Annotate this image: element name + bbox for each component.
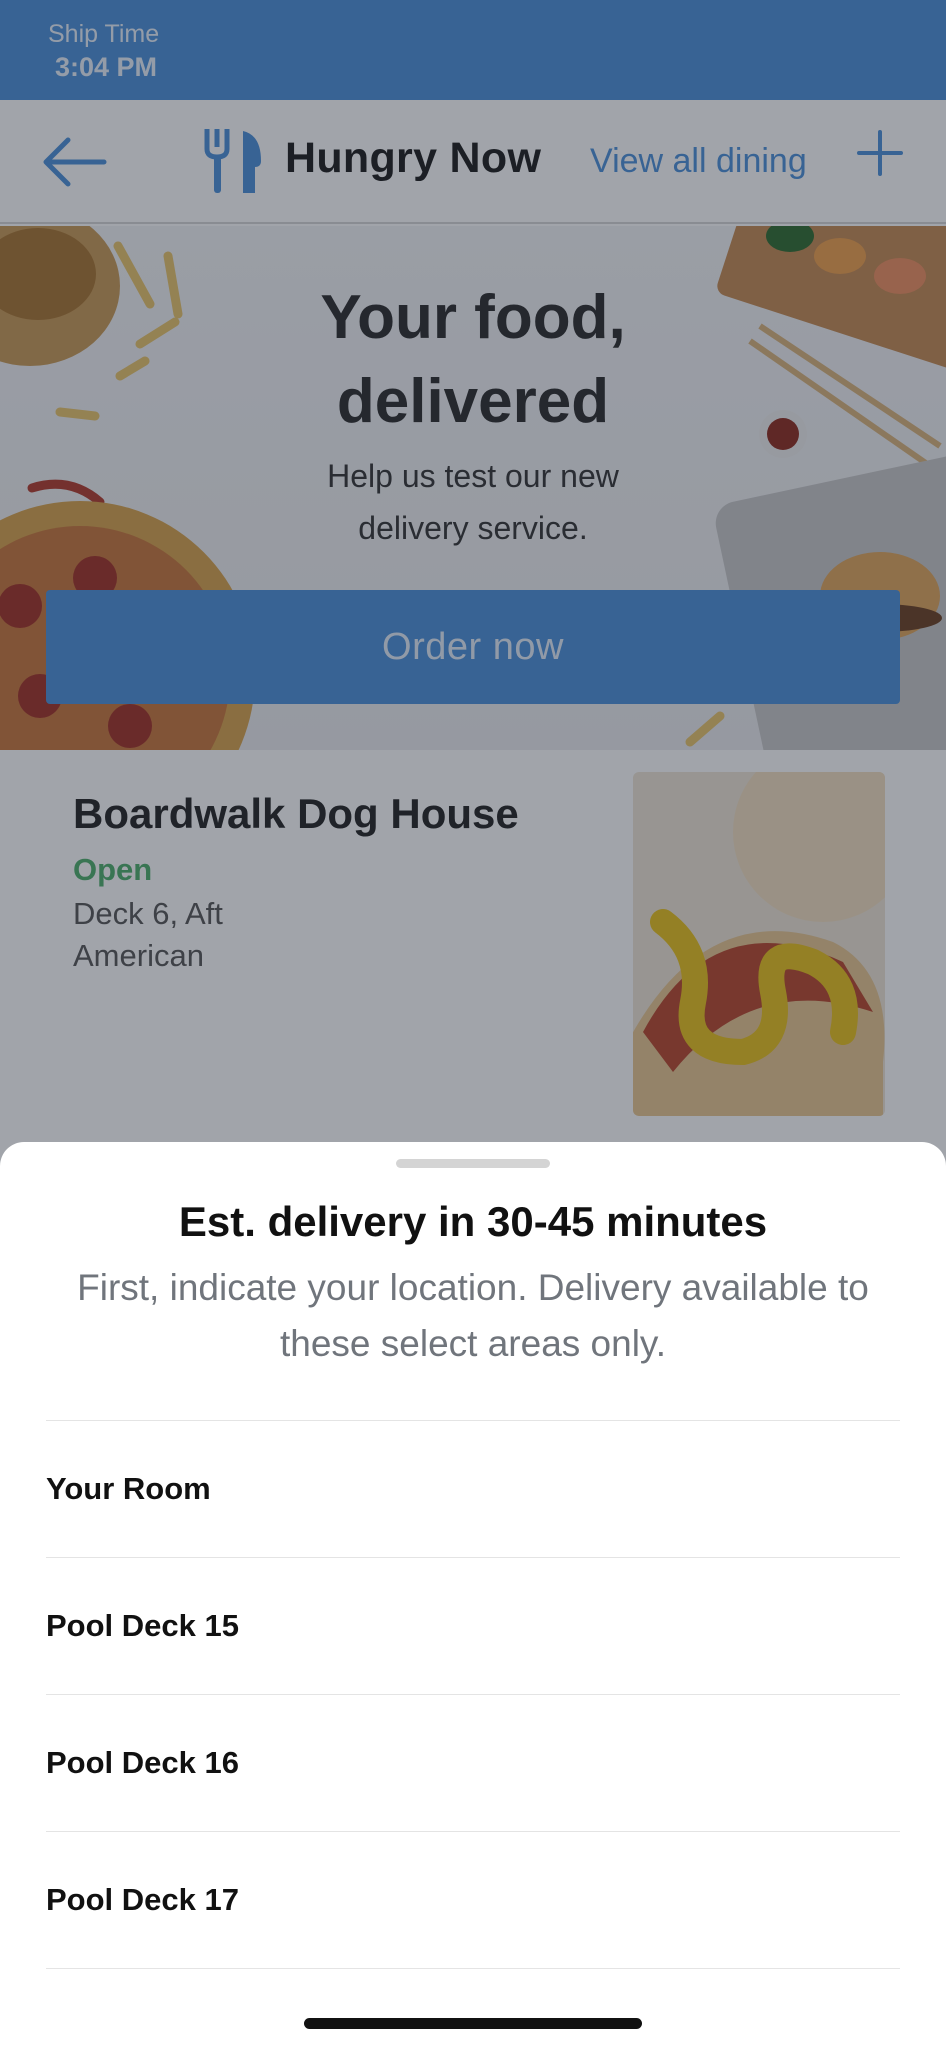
- home-indicator: [304, 2018, 642, 2029]
- location-option-pool-deck-15[interactable]: Pool Deck 15: [46, 1558, 900, 1695]
- sheet-subtitle: First, indicate your location. Delivery …: [77, 1267, 869, 1364]
- delivery-location-sheet: Est. delivery in 30-45 minutes First, in…: [0, 1142, 946, 2048]
- sheet-title: Est. delivery in 30-45 minutes: [178, 1198, 768, 1245]
- location-option-your-room[interactable]: Your Room: [46, 1421, 900, 1558]
- location-list: Your Room Pool Deck 15 Pool Deck 16 Pool…: [46, 1420, 900, 1969]
- location-option-pool-deck-17[interactable]: Pool Deck 17: [46, 1832, 900, 1969]
- sheet-drag-handle[interactable]: [396, 1159, 550, 1168]
- location-option-pool-deck-16[interactable]: Pool Deck 16: [46, 1695, 900, 1832]
